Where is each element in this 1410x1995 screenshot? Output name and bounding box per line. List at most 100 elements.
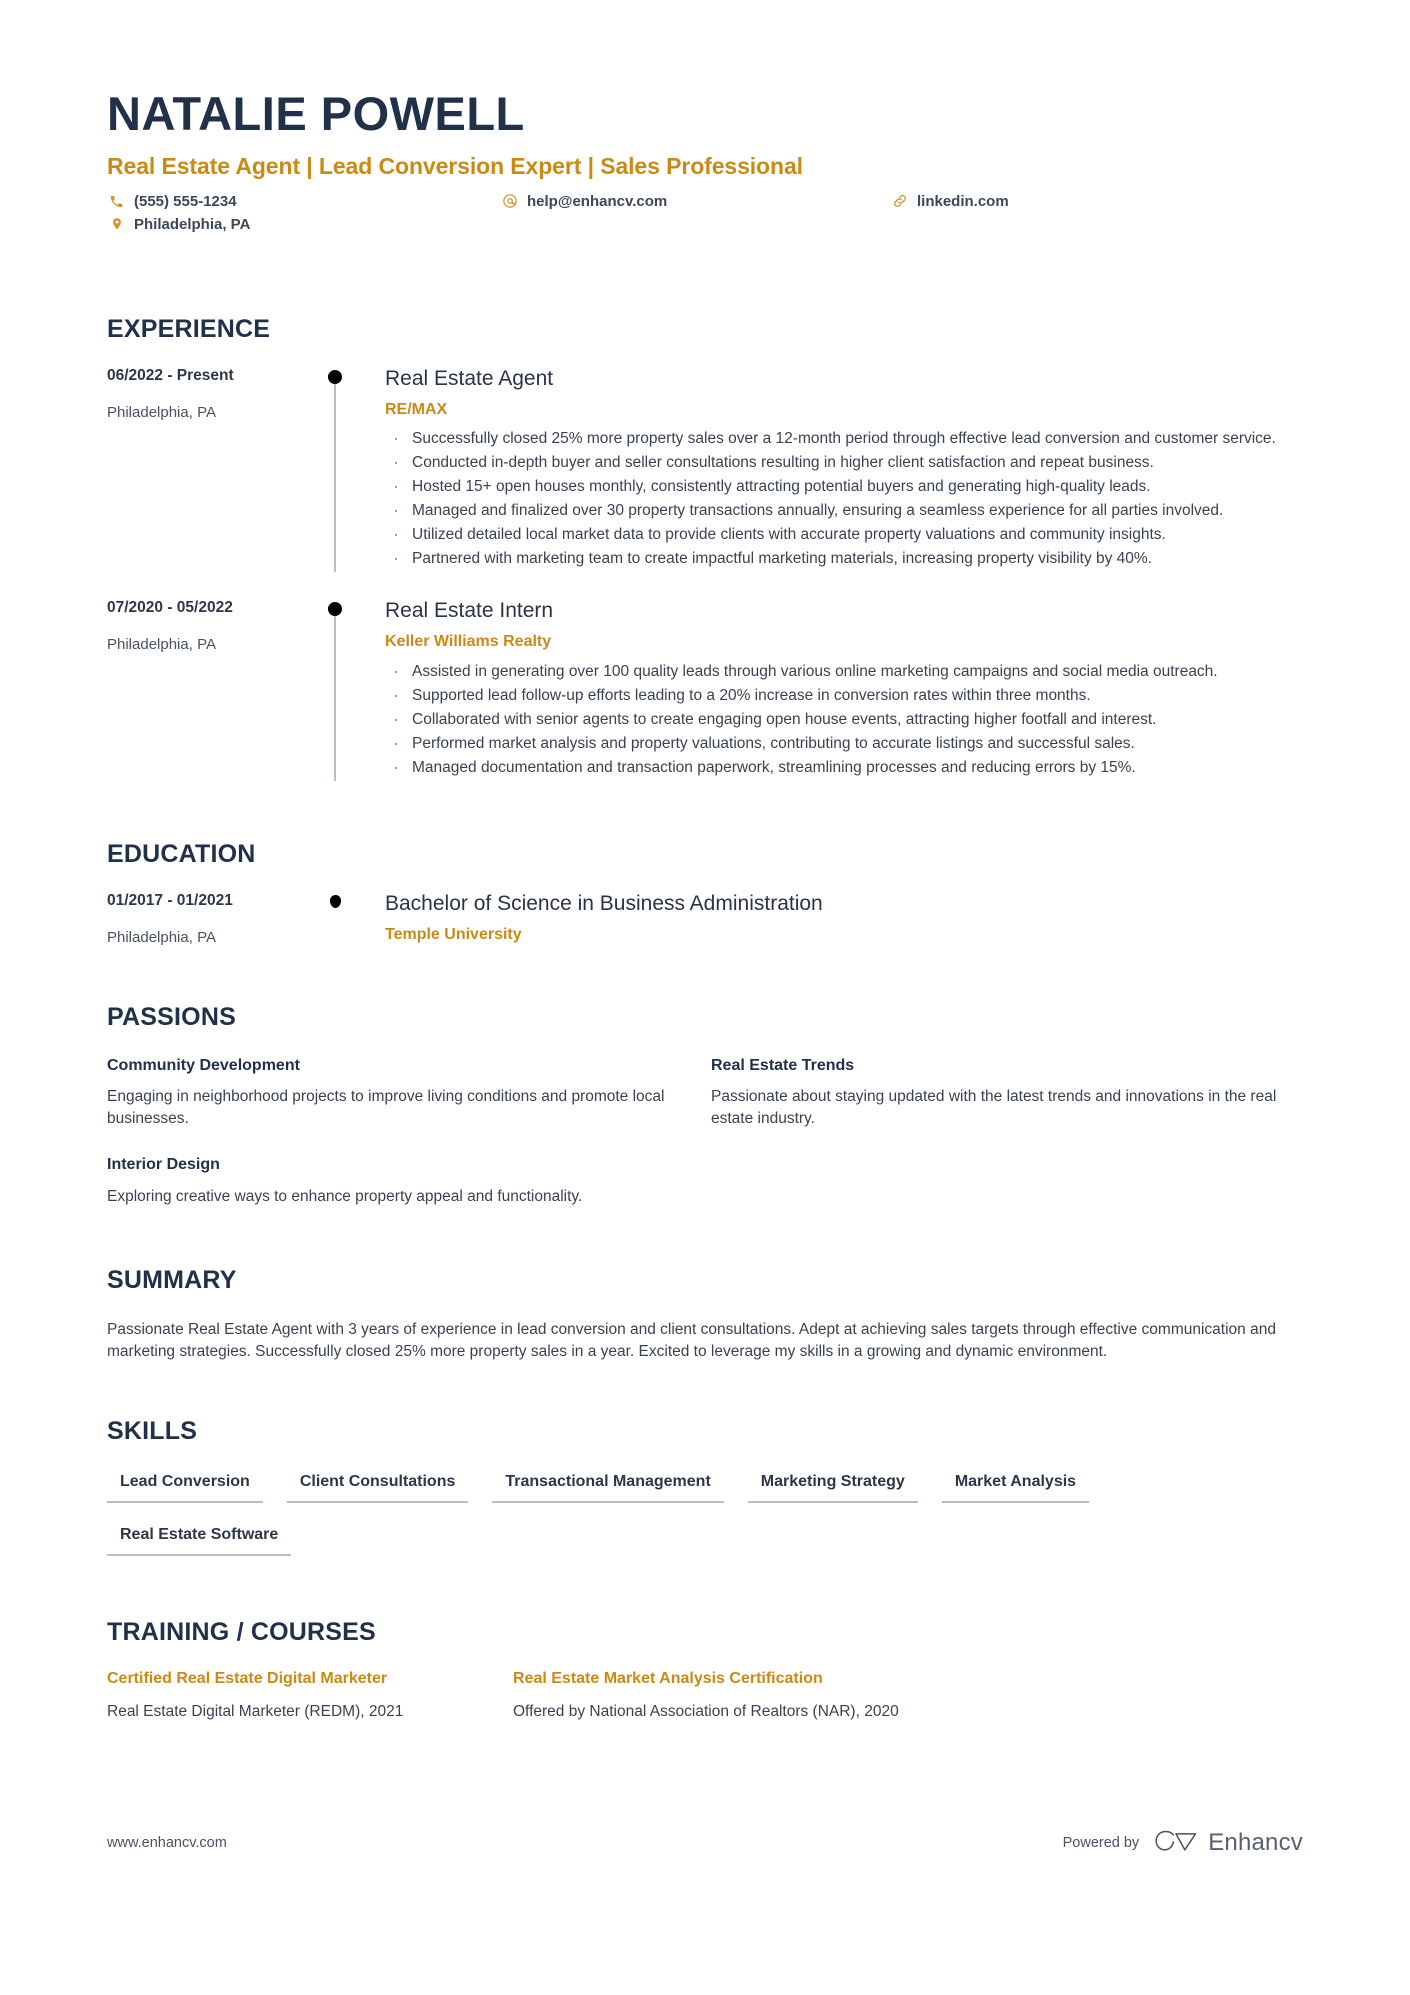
contact-phone[interactable]: (555) 555-1234 xyxy=(107,193,500,210)
education-school: Temple University xyxy=(385,925,522,943)
experience-entry-meta: 06/2022 - Present Philadelphia, PA xyxy=(107,366,320,572)
phone-icon xyxy=(107,193,126,210)
education-date: 01/2017 - 01/2021 xyxy=(107,891,233,909)
training-item: Certified Real Estate Digital Marketer R… xyxy=(107,1669,513,1723)
contact-details: (555) 555-1234 help@enhancv.com linkedin… xyxy=(107,193,1303,233)
resume-header: NATALIE POWELL Real Estate Agent | Lead … xyxy=(107,0,1303,233)
passion-description: Exploring creative ways to enhance prope… xyxy=(107,1187,583,1205)
contact-email-text: help@enhancv.com xyxy=(527,192,668,210)
passion-title: Community Development xyxy=(107,1057,300,1075)
experience-bullets: Successfully closed 25% more property sa… xyxy=(385,426,1303,571)
timeline-rail xyxy=(320,366,364,573)
bullet-item: Performed market analysis and property v… xyxy=(385,731,1303,756)
powered-by-label: Powered by xyxy=(1062,1835,1140,1852)
timeline-rail xyxy=(320,598,364,781)
passion-title: Real Estate Trends xyxy=(711,1057,855,1075)
experience-entry-body: Real Estate Agent RE/MAX Successfully cl… xyxy=(364,366,1303,572)
experience-company: Keller Williams Realty xyxy=(385,633,552,651)
footer-website-url[interactable]: www.enhancv.com xyxy=(107,1835,227,1851)
experience-location: Philadelphia, PA xyxy=(107,403,216,421)
timeline-dot-icon xyxy=(328,602,342,617)
enhancv-mark-icon xyxy=(1153,1828,1199,1859)
section-title-passions: PASSIONS xyxy=(107,1003,236,1032)
skill-chip: Client Consultations xyxy=(286,1472,469,1503)
section-skills: SKILLS Lead Conversion Client Consultati… xyxy=(107,1418,1303,1578)
contact-website-text: linkedin.com xyxy=(917,192,1009,210)
timeline-dot-icon xyxy=(328,369,342,384)
experience-job-title: Real Estate Intern xyxy=(385,599,554,623)
bullet-item: Utilized detailed local market data to p… xyxy=(385,522,1303,547)
training-description: Offered by National Association of Realt… xyxy=(513,1702,899,1720)
education-degree: Bachelor of Science in Business Administ… xyxy=(385,891,823,915)
skills-list: Lead Conversion Client Consultations Tra… xyxy=(107,1472,1303,1578)
link-icon xyxy=(890,193,909,210)
experience-job-title: Real Estate Agent xyxy=(385,366,554,390)
section-training: TRAINING / COURSES Certified Real Estate… xyxy=(107,1617,1303,1723)
email-icon xyxy=(500,193,519,210)
bullet-item: Hosted 15+ open houses monthly, consiste… xyxy=(385,474,1303,499)
bullet-item: Successfully closed 25% more property sa… xyxy=(385,426,1303,451)
bullet-item: Partnered with marketing team to create … xyxy=(385,546,1303,571)
section-experience: EXPERIENCE 06/2022 - Present Philadelphi… xyxy=(107,314,1303,781)
training-description: Real Estate Digital Marketer (REDM), 202… xyxy=(107,1702,404,1720)
timeline-line xyxy=(334,607,336,781)
bullet-item: Managed and finalized over 30 property t… xyxy=(385,498,1303,523)
skill-chip: Real Estate Software xyxy=(107,1525,292,1556)
section-title-training: TRAINING / COURSES xyxy=(107,1617,376,1646)
bullet-item: Managed documentation and transaction pa… xyxy=(385,755,1303,780)
passions-grid: Community Development Engaging in neighb… xyxy=(107,1056,1303,1232)
section-summary: SUMMARY Passionate Real Estate Agent wit… xyxy=(107,1265,1303,1364)
experience-location: Philadelphia, PA xyxy=(107,636,216,654)
skill-chip: Marketing Strategy xyxy=(747,1472,918,1503)
training-grid: Certified Real Estate Digital Marketer R… xyxy=(107,1669,1303,1723)
candidate-headline: Real Estate Agent | Lead Conversion Expe… xyxy=(107,153,803,180)
skill-chip: Lead Conversion xyxy=(107,1472,263,1503)
bullet-item: Collaborated with senior agents to creat… xyxy=(385,707,1303,732)
section-education: EDUCATION 01/2017 - 01/2021 Philadelphia… xyxy=(107,839,1303,948)
bullet-item: Conducted in-depth buyer and seller cons… xyxy=(385,450,1303,475)
experience-entry: 06/2022 - Present Philadelphia, PA Real … xyxy=(107,366,1303,573)
section-title-education: EDUCATION xyxy=(107,839,256,868)
timeline-rail xyxy=(320,891,364,948)
section-title-experience: EXPERIENCE xyxy=(107,314,271,343)
contact-location-text: Philadelphia, PA xyxy=(134,215,251,233)
contact-phone-text: (555) 555-1234 xyxy=(134,192,237,210)
skill-chip: Market Analysis xyxy=(941,1472,1090,1503)
experience-entry-body: Real Estate Intern Keller Williams Realt… xyxy=(364,598,1303,780)
bullet-item: Assisted in generating over 100 quality … xyxy=(385,659,1303,684)
contact-website[interactable]: linkedin.com xyxy=(890,193,1009,210)
resume-page: NATALIE POWELL Real Estate Agent | Lead … xyxy=(0,0,1410,1995)
training-title: Certified Real Estate Digital Marketer xyxy=(107,1669,388,1687)
footer-branding: Powered by Enhancv xyxy=(1063,1828,1303,1859)
training-title: Real Estate Market Analysis Certificatio… xyxy=(513,1669,823,1687)
bullet-item: Supported lead follow-up efforts leading… xyxy=(385,683,1303,708)
education-location: Philadelphia, PA xyxy=(107,928,216,946)
passions-column-left: Community Development Engaging in neighb… xyxy=(107,1056,711,1232)
skill-chip: Transactional Management xyxy=(492,1472,724,1503)
experience-entry: 07/2020 - 05/2022 Philadelphia, PA Real … xyxy=(107,598,1303,781)
section-title-summary: SUMMARY xyxy=(107,1265,237,1294)
contact-row-1: (555) 555-1234 help@enhancv.com linkedin… xyxy=(107,193,1303,210)
contact-email[interactable]: help@enhancv.com xyxy=(500,193,890,210)
passion-item: Community Development Engaging in neighb… xyxy=(107,1056,671,1130)
experience-company: RE/MAX xyxy=(385,400,448,418)
education-entry: 01/2017 - 01/2021 Philadelphia, PA Bache… xyxy=(107,891,1303,948)
experience-bullets: Assisted in generating over 100 quality … xyxy=(385,659,1303,780)
enhancv-logo: Enhancv xyxy=(1153,1828,1303,1859)
education-entry-body: Bachelor of Science in Business Administ… xyxy=(364,891,1303,948)
contact-location: Philadelphia, PA xyxy=(107,216,500,233)
location-pin-icon xyxy=(107,216,126,233)
timeline-line xyxy=(334,374,336,573)
education-entry-meta: 01/2017 - 01/2021 Philadelphia, PA xyxy=(107,891,320,948)
summary-text: Passionate Real Estate Agent with 3 year… xyxy=(107,1320,1276,1361)
experience-entry-meta: 07/2020 - 05/2022 Philadelphia, PA xyxy=(107,598,320,780)
contact-row-2: Philadelphia, PA xyxy=(107,216,1303,233)
passions-column-right: Real Estate Trends Passionate about stay… xyxy=(711,1056,1303,1232)
passion-title: Interior Design xyxy=(107,1156,220,1174)
experience-date: 06/2022 - Present xyxy=(107,366,234,384)
section-passions: PASSIONS Community Development Engaging … xyxy=(107,1005,1303,1232)
passion-description: Engaging in neighborhood projects to imp… xyxy=(107,1088,665,1128)
passion-item: Real Estate Trends Passionate about stay… xyxy=(711,1056,1303,1130)
passion-item: Interior Design Exploring creative ways … xyxy=(107,1155,671,1207)
candidate-name: NATALIE POWELL xyxy=(107,87,525,140)
